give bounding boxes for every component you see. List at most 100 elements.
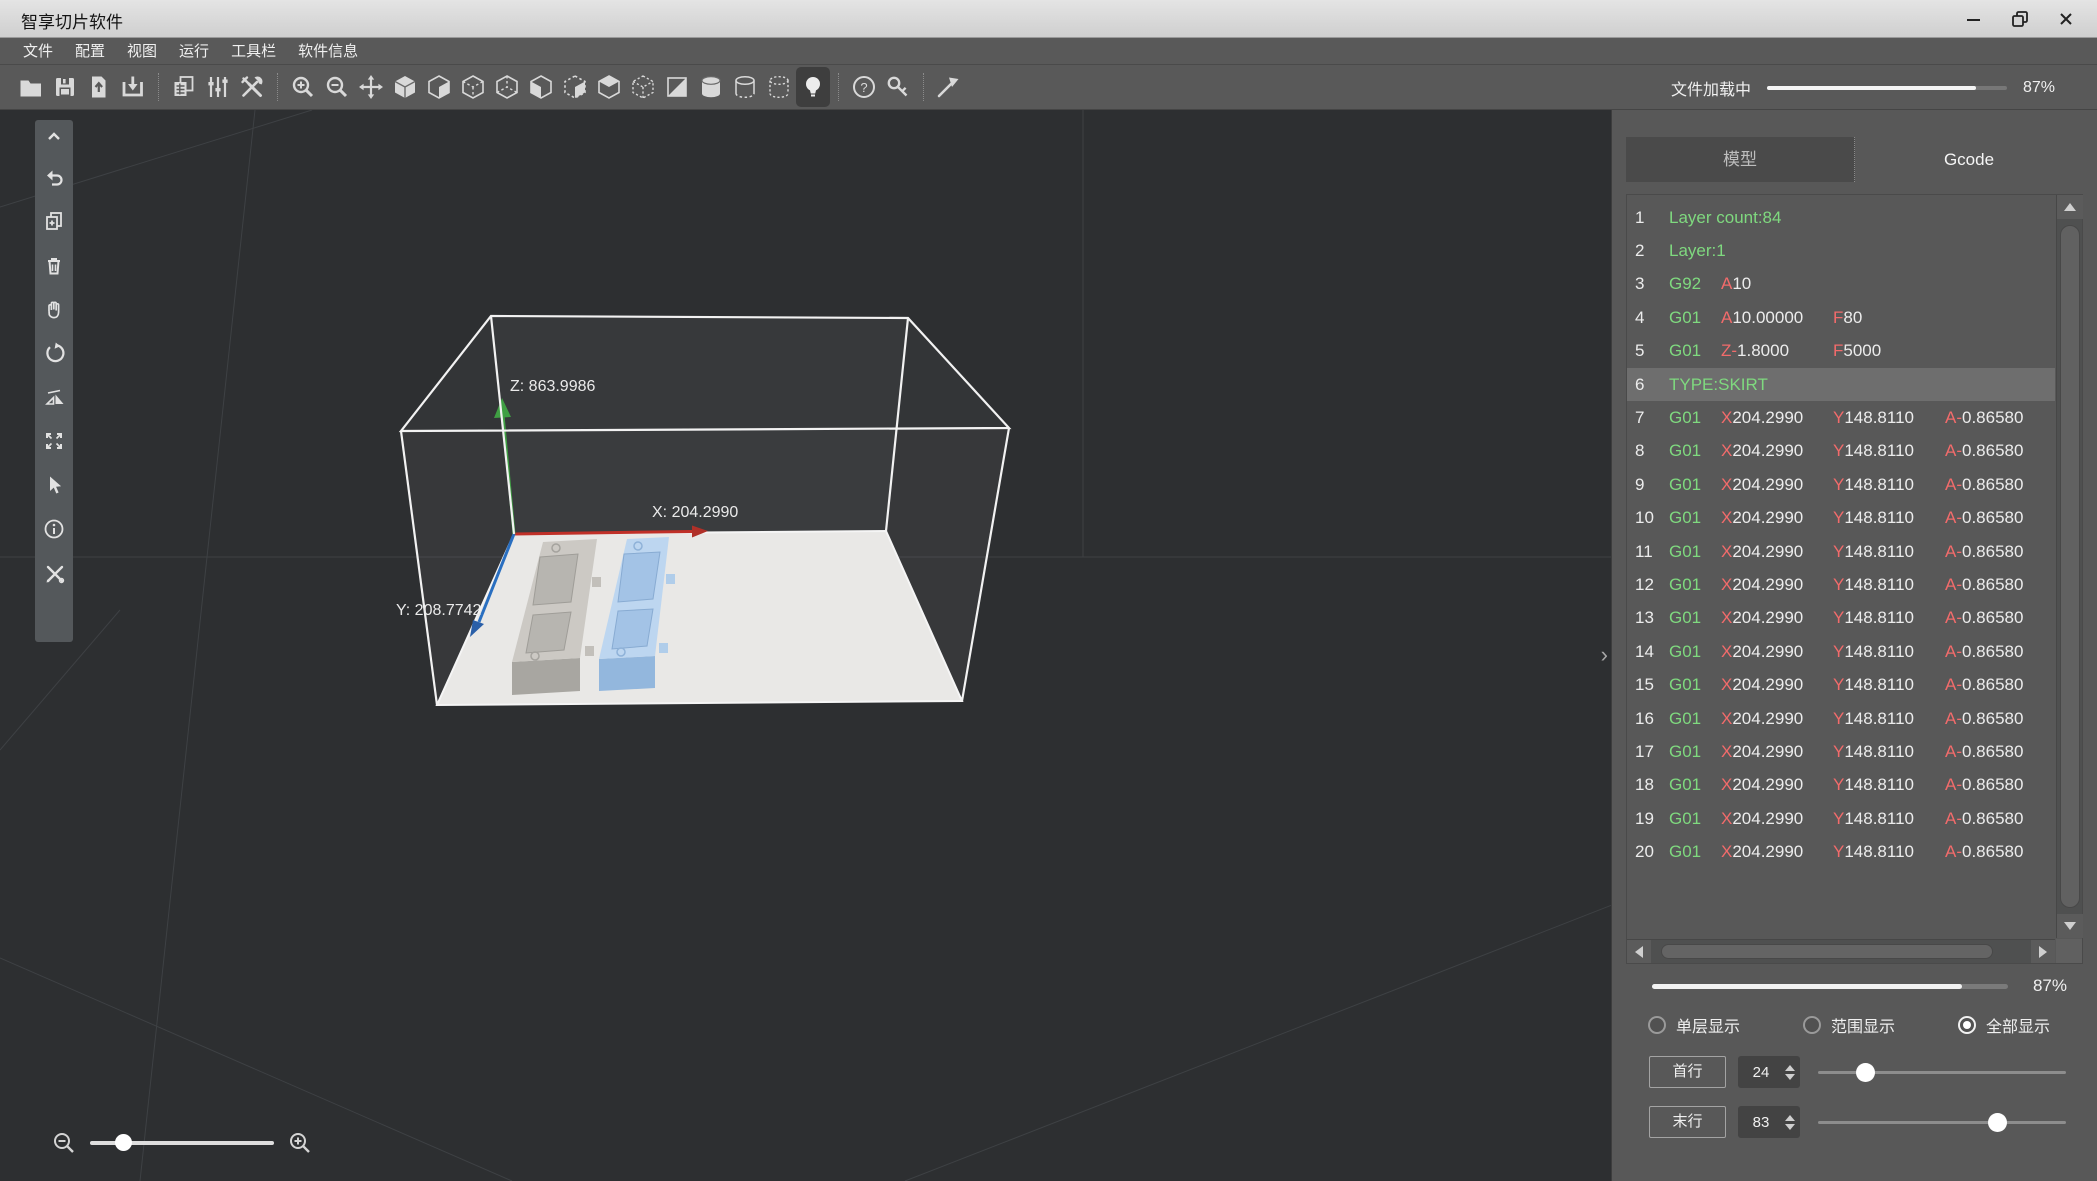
gcode-line-4[interactable]: 4G01A10.00000F80 <box>1627 301 2055 334</box>
menu-item-file[interactable]: 文件 <box>12 38 64 65</box>
machine-tools-button[interactable] <box>235 67 269 107</box>
viewport-zoom-thumb[interactable] <box>115 1134 132 1151</box>
gcode-line-3[interactable]: 3G92A10 <box>1627 268 2055 301</box>
view-cylinder-solid-button[interactable] <box>694 67 728 107</box>
view-cube-right-face-button[interactable] <box>558 67 592 107</box>
gcode-line-12[interactable]: 12G01X204.2990Y148.8110A-0.86580 <box>1627 568 2055 601</box>
move-view-button[interactable] <box>354 67 388 107</box>
radio-single-layer[interactable]: 单层显示 <box>1648 1012 1740 1038</box>
zoom-in-plus-icon[interactable] <box>288 1131 312 1155</box>
viewport-3d[interactable]: Z: 863.9986 X: 204.2990 Y: 208.7742 <box>0 110 1612 1181</box>
open-file-button[interactable] <box>14 67 48 107</box>
gcode-line-19[interactable]: 19G01X204.2990Y148.8110A-0.86580 <box>1627 802 2055 835</box>
save-file-button[interactable] <box>48 67 82 107</box>
view-cube-fold-button[interactable] <box>422 67 456 107</box>
gcode-line-10[interactable]: 10G01X204.2990Y148.8110A-0.86580 <box>1627 502 2055 535</box>
gcode-line-13[interactable]: 13G01X204.2990Y148.8110A-0.86580 <box>1627 602 2055 635</box>
minimize-button[interactable] <box>1951 0 1997 38</box>
gcode-line-2[interactable]: 2Layer:1 <box>1627 234 2055 267</box>
gcode-line-8[interactable]: 8G01X204.2990Y148.8110A-0.86580 <box>1627 435 2055 468</box>
pan-hand-button[interactable] <box>35 294 73 324</box>
add-copy-button[interactable] <box>35 206 73 236</box>
rotate-button[interactable] <box>35 338 73 368</box>
gcode-line-15[interactable]: 15G01X204.2990Y148.8110A-0.86580 <box>1627 668 2055 701</box>
delete-button[interactable] <box>35 250 73 280</box>
last-line-slider[interactable] <box>1818 1121 2066 1124</box>
probe-key-button[interactable] <box>881 67 915 107</box>
gcode-line-9[interactable]: 9G01X204.2990Y148.8110A-0.86580 <box>1627 468 2055 501</box>
info-button[interactable] <box>35 514 73 544</box>
parameter-sliders-button[interactable] <box>201 67 235 107</box>
gcode-line-5[interactable]: 5G01Z-1.8000F5000 <box>1627 335 2055 368</box>
first-line-button[interactable]: 首行 <box>1649 1056 1726 1088</box>
last-line-button[interactable]: 末行 <box>1649 1106 1726 1138</box>
scroll-down-button[interactable] <box>2057 914 2083 938</box>
radio-show-all[interactable]: 全部显示 <box>1958 1012 2050 1038</box>
close-button[interactable] <box>2043 0 2089 38</box>
menu-item-view[interactable]: 视图 <box>116 38 168 65</box>
gcode-line-number: 16 <box>1635 709 1657 729</box>
duplicate-button[interactable] <box>167 67 201 107</box>
last-line-spinner[interactable]: 83 <box>1738 1106 1800 1138</box>
gcode-line-17[interactable]: 17G01X204.2990Y148.8110A-0.86580 <box>1627 735 2055 768</box>
first-line-slider[interactable] <box>1818 1071 2066 1074</box>
view-cube-wire-b-button[interactable] <box>490 67 524 107</box>
gcode-line-16[interactable]: 16G01X204.2990Y148.8110A-0.86580 <box>1627 702 2055 735</box>
view-cube-solid-button[interactable] <box>388 67 422 107</box>
menu-item-run[interactable]: 运行 <box>168 38 220 65</box>
select-cursor-button[interactable] <box>35 470 73 500</box>
gcode-line-1[interactable]: 1Layer count:84 <box>1627 201 2055 234</box>
repair-tools-button[interactable] <box>35 558 73 588</box>
gcode-token: Layer count:84 <box>1669 208 1781 228</box>
gcode-horizontal-scrollbar[interactable] <box>1627 939 2055 963</box>
gcode-line-20[interactable]: 20G01X204.2990Y148.8110A-0.86580 <box>1627 835 2055 868</box>
radio-range-display[interactable]: 范围显示 <box>1803 1012 1895 1038</box>
panel-collapse-chevron[interactable]: › <box>1601 645 1608 665</box>
mirror-scale-button[interactable] <box>35 382 73 412</box>
gcode-vertical-scrollbar[interactable] <box>2056 195 2082 938</box>
import-file-button[interactable] <box>116 67 150 107</box>
gcode-line-number: 17 <box>1635 742 1657 762</box>
duplicate-sheets-icon <box>171 74 197 100</box>
vertical-scroll-thumb[interactable] <box>2060 225 2080 908</box>
scroll-up-button[interactable] <box>2057 195 2083 219</box>
view-cube-left-face-button[interactable] <box>524 67 558 107</box>
view-cylinder-wire-button[interactable] <box>728 67 762 107</box>
gcode-line-18[interactable]: 18G01X204.2990Y148.8110A-0.86580 <box>1627 769 2055 802</box>
gcode-line-14[interactable]: 14G01X204.2990Y148.8110A-0.86580 <box>1627 635 2055 668</box>
last-line-slider-thumb[interactable] <box>1988 1113 2007 1132</box>
spinner-arrows-icon[interactable] <box>1784 1115 1800 1130</box>
first-line-slider-thumb[interactable] <box>1856 1063 1875 1082</box>
gcode-line-6[interactable]: 6TYPE:SKIRT <box>1627 368 2055 401</box>
collapse-toolbar-button[interactable] <box>35 124 73 148</box>
gcode-line-7[interactable]: 7G01X204.2990Y148.8110A-0.86580 <box>1627 401 2055 434</box>
zoom-out-button[interactable] <box>320 67 354 107</box>
menu-item-toolbar[interactable]: 工具栏 <box>220 38 287 65</box>
menu-item-config[interactable]: 配置 <box>64 38 116 65</box>
maximize-fit-button[interactable] <box>35 426 73 456</box>
blade-button[interactable] <box>932 67 966 107</box>
view-cube-dashed-button[interactable] <box>626 67 660 107</box>
tab-model[interactable]: 模型 <box>1626 137 1855 182</box>
tab-gcode[interactable]: Gcode <box>1855 137 2083 182</box>
export-file-button[interactable] <box>82 67 116 107</box>
gcode-progress-bar[interactable] <box>1652 984 2008 989</box>
help-button[interactable]: ? <box>847 67 881 107</box>
undo-button[interactable] <box>35 162 73 192</box>
zoom-out-minus-icon[interactable] <box>52 1131 76 1155</box>
gcode-line-11[interactable]: 11G01X204.2990Y148.8110A-0.86580 <box>1627 535 2055 568</box>
view-cylinder-dashed-button[interactable] <box>762 67 796 107</box>
viewport-zoom-slider[interactable] <box>90 1141 274 1145</box>
first-line-spinner[interactable]: 24 <box>1738 1056 1800 1088</box>
view-cube-half-button[interactable] <box>660 67 694 107</box>
toggle-light-button[interactable] <box>796 67 830 107</box>
view-cube-top-face-button[interactable] <box>592 67 626 107</box>
horizontal-scroll-thumb[interactable] <box>1661 944 1993 959</box>
spinner-arrows-icon[interactable] <box>1784 1065 1800 1080</box>
restore-button[interactable] <box>1997 0 2043 38</box>
zoom-in-button[interactable] <box>286 67 320 107</box>
scroll-right-button[interactable] <box>2031 940 2055 963</box>
view-cube-wire-a-button[interactable] <box>456 67 490 107</box>
scroll-left-button[interactable] <box>1627 940 1651 963</box>
menu-item-about[interactable]: 软件信息 <box>287 38 369 65</box>
